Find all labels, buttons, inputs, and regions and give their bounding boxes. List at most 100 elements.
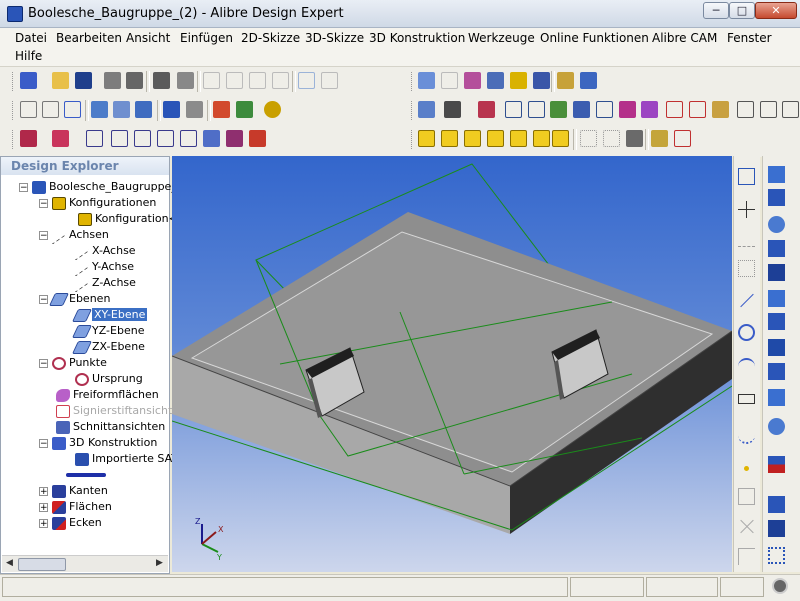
scrollbar-thumb[interactable] — [18, 558, 66, 571]
tree-item-flaechen[interactable]: + Flächen — [39, 499, 112, 515]
print-preview-icon[interactable] — [104, 72, 121, 89]
bottom-view-icon[interactable] — [510, 130, 527, 147]
tree-item-yz-ebene[interactable]: YZ-Ebene — [71, 323, 144, 339]
pattern-icon[interactable] — [737, 101, 754, 118]
line-tool-icon[interactable] — [738, 292, 755, 309]
copy-icon[interactable] — [226, 72, 243, 89]
print-icon[interactable] — [126, 72, 143, 89]
scroll-left-icon[interactable]: ◀ — [6, 558, 13, 568]
scale-icon[interactable] — [203, 130, 220, 147]
box-view-icon[interactable] — [418, 130, 435, 147]
measure-icon[interactable] — [533, 72, 550, 89]
sketch-icon[interactable] — [738, 168, 755, 185]
zoom-window-icon[interactable] — [113, 101, 130, 118]
back-icon[interactable] — [163, 101, 180, 118]
menu-alibre-cam[interactable]: Alibre CAM — [652, 31, 717, 45]
display-mode-icon[interactable] — [444, 101, 461, 118]
constraint-icon[interactable] — [464, 72, 481, 89]
print-setup-icon[interactable] — [153, 72, 170, 89]
top-view-icon[interactable] — [487, 130, 504, 147]
hole-wizard-icon[interactable] — [674, 130, 691, 147]
toolbar-grip[interactable] — [411, 72, 415, 91]
cut-icon[interactable] — [203, 72, 220, 89]
tree-item-ecken[interactable]: + Ecken — [39, 515, 102, 531]
expand-icon[interactable]: + — [39, 486, 48, 496]
thread-icon[interactable] — [134, 130, 151, 147]
circle-tool-icon[interactable] — [738, 324, 755, 341]
sweep-boss-icon[interactable] — [768, 216, 785, 233]
scale-feature-icon[interactable] — [768, 520, 785, 537]
render-icon[interactable] — [264, 101, 281, 118]
hole-icon[interactable] — [111, 130, 128, 147]
part-color-icon[interactable] — [52, 130, 69, 147]
nav-compass-icon[interactable] — [772, 578, 788, 594]
revolve-boss-icon[interactable] — [768, 189, 785, 206]
tree-item-kanten[interactable]: + Kanten — [39, 483, 108, 499]
undo-icon[interactable] — [298, 72, 315, 89]
mirror-feature-icon[interactable] — [768, 496, 785, 513]
sketch-tool-icon[interactable] — [651, 130, 668, 147]
collapse-icon[interactable]: − — [19, 182, 28, 192]
lasso-icon[interactable] — [64, 101, 81, 118]
properties-icon[interactable] — [557, 72, 574, 89]
arc-tool-icon[interactable] — [738, 358, 755, 375]
tree-item-xy-ebene[interactable]: XY-Ebene — [71, 307, 148, 323]
trim-tool-icon[interactable] — [738, 518, 755, 535]
left-view-icon[interactable] — [533, 130, 550, 147]
menu-werkzeuge[interactable]: Werkzeuge — [468, 31, 535, 45]
extrude-boss-icon[interactable] — [768, 166, 785, 183]
model-view[interactable]: Z Y X — [172, 156, 732, 572]
select-icon[interactable] — [20, 101, 37, 118]
scroll-right-icon[interactable]: ▶ — [156, 558, 163, 568]
collapse-icon[interactable]: − — [39, 438, 48, 448]
hide-icon[interactable] — [603, 130, 620, 147]
expand-icon[interactable]: + — [39, 502, 48, 512]
zoom-fit-icon[interactable] — [135, 101, 152, 118]
spring-feature-icon[interactable] — [768, 363, 785, 380]
chamfer-icon[interactable] — [689, 101, 706, 118]
construction-line-icon[interactable] — [738, 230, 755, 247]
loft-boss-icon[interactable] — [768, 240, 785, 257]
toolbar-grip[interactable] — [12, 101, 16, 120]
extrude-icon[interactable] — [505, 101, 522, 118]
new-part-icon[interactable] — [20, 72, 37, 89]
explorer-horizontal-scrollbar[interactable]: ◀ ▶ — [2, 555, 168, 572]
paste-icon[interactable] — [249, 72, 266, 89]
table-icon[interactable] — [510, 72, 527, 89]
shell-feature-icon[interactable] — [768, 264, 785, 281]
save-icon[interactable] — [75, 72, 92, 89]
menu-bearbeiten[interactable]: Bearbeiten — [56, 31, 122, 45]
forward-icon[interactable] — [186, 101, 203, 118]
dimension-tool-icon[interactable] — [738, 488, 755, 505]
cut-revolve-icon[interactable] — [619, 101, 636, 118]
point-tool-icon[interactable] — [487, 72, 504, 89]
fillet-sketch-icon[interactable] — [738, 548, 755, 565]
toolbar-grip[interactable] — [12, 72, 16, 91]
solid-icon[interactable] — [20, 130, 37, 147]
tree-item-schnittansichten[interactable]: Schnittansichten — [56, 419, 165, 435]
toolbar-grip[interactable] — [411, 101, 415, 120]
feature-icon[interactable] — [478, 101, 495, 118]
more-tools-icon[interactable] — [782, 101, 799, 118]
line-icon[interactable] — [441, 72, 458, 89]
delete-icon[interactable] — [272, 72, 289, 89]
maximize-button[interactable]: □ — [729, 2, 755, 19]
rotate-icon[interactable] — [236, 101, 253, 118]
spline-tool-icon[interactable] — [738, 427, 755, 444]
menu-einfuegen[interactable]: Einfügen — [180, 31, 233, 45]
fillet-feature-icon[interactable] — [768, 290, 785, 307]
rib-icon[interactable] — [157, 130, 174, 147]
mirror-icon[interactable] — [760, 101, 777, 118]
split-icon[interactable] — [180, 130, 197, 147]
sweep-icon[interactable] — [550, 101, 567, 118]
cut-extrude-icon[interactable] — [596, 101, 613, 118]
collapse-icon[interactable]: − — [39, 294, 48, 304]
point-tool-icon[interactable] — [738, 460, 755, 477]
tree-item-x-achse[interactable]: X-Achse — [75, 241, 136, 261]
view-orientation-icon[interactable] — [418, 101, 435, 118]
sphere-feature-icon[interactable] — [768, 418, 785, 435]
rectangle-tool-icon[interactable] — [738, 394, 755, 404]
minimize-button[interactable]: ─ — [703, 2, 729, 19]
fillet-icon[interactable] — [666, 101, 683, 118]
tree-item-achsen[interactable]: − Achsen — [39, 225, 109, 245]
